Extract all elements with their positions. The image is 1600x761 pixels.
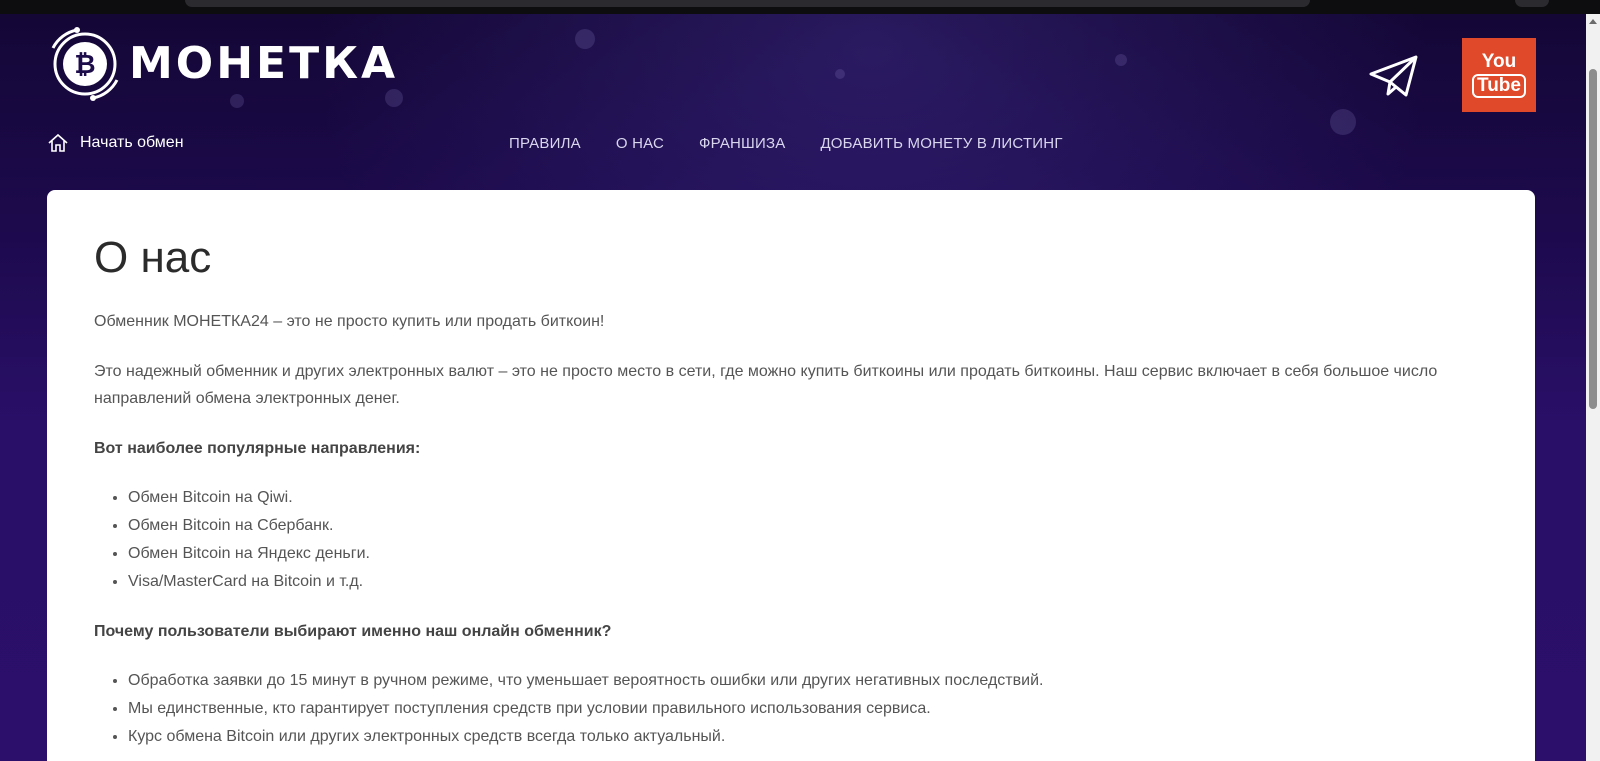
description-text: Это надежный обменник и других электронн… — [94, 363, 1438, 408]
youtube-logo-text-bottom: Tube — [1472, 74, 1526, 98]
scroll-up-arrow-icon[interactable] — [1589, 19, 1597, 24]
youtube-link[interactable]: You Tube — [1462, 38, 1536, 112]
bitcoin-coin-icon: ₿ — [47, 26, 123, 102]
logo[interactable]: ₿ МОНЕТКА — [47, 26, 398, 102]
nav-item-rules[interactable]: ПРАВИЛА — [509, 135, 581, 152]
background-dot — [1115, 54, 1127, 66]
scrollbar-thumb[interactable] — [1589, 69, 1597, 409]
logo-text: МОНЕТКА — [129, 38, 399, 89]
nav-item-franchise[interactable]: ФРАНШИЗА — [699, 135, 785, 152]
popular-list: Обмен Bitcoin на Qiwi. Обмен Bitcoin на … — [128, 484, 1489, 596]
list-item: Курс обмена Bitcoin или других электронн… — [128, 723, 1489, 751]
background-dot — [1330, 109, 1356, 135]
start-exchange-label: Начать обмен — [80, 134, 184, 151]
list-item: Мы единственные, кто гарантирует поступл… — [128, 695, 1489, 723]
list-item: Обмен Bitcoin на Яндекс деньги. — [128, 540, 1489, 568]
youtube-logo-text-top: You — [1481, 51, 1517, 72]
page-title: О нас — [94, 233, 212, 282]
home-icon — [48, 133, 68, 152]
page-background: ₿ МОНЕТКА You Tube Начать обмен ПРАВИЛА … — [0, 14, 1586, 761]
list-item: Обмен Bitcoin на Сбербанк. — [128, 512, 1489, 540]
nav-item-add-coin-listing[interactable]: ДОБАВИТЬ МОНЕТУ В ЛИСТИНГ — [820, 135, 1062, 152]
address-bar[interactable] — [185, 0, 1310, 7]
browser-top-bar — [0, 0, 1600, 14]
svg-text:₿: ₿ — [74, 50, 95, 80]
telegram-link[interactable] — [1368, 54, 1424, 102]
main-nav: ПРАВИЛА О НАС ФРАНШИЗА ДОБАВИТЬ МОНЕТУ В… — [509, 132, 1098, 154]
scrollbar[interactable] — [1586, 14, 1600, 761]
why-heading: Почему пользователи выбирают именно наш … — [94, 623, 612, 641]
start-exchange-link[interactable]: Начать обмен — [47, 132, 184, 154]
list-item: Обмен Bitcoin на Qiwi. — [128, 484, 1489, 512]
intro-text: Обменник МОНЕТКА24 – это не просто купит… — [94, 313, 605, 331]
background-dot — [575, 29, 595, 49]
why-list: Обработка заявки до 15 минут в ручном ре… — [128, 667, 1489, 751]
background-dot — [835, 69, 845, 79]
list-item: Visa/MasterCard на Bitcoin и т.д. — [128, 568, 1489, 596]
content-card: О нас Обменник МОНЕТКА24 – это не просто… — [47, 190, 1535, 761]
list-item: Обработка заявки до 15 минут в ручном ре… — [128, 667, 1489, 695]
popular-heading: Вот наиболее популярные направления: — [94, 440, 421, 458]
telegram-paper-plane-icon — [1369, 55, 1418, 97]
nav-item-about[interactable]: О НАС — [616, 135, 664, 152]
browser-button[interactable] — [1515, 0, 1549, 7]
